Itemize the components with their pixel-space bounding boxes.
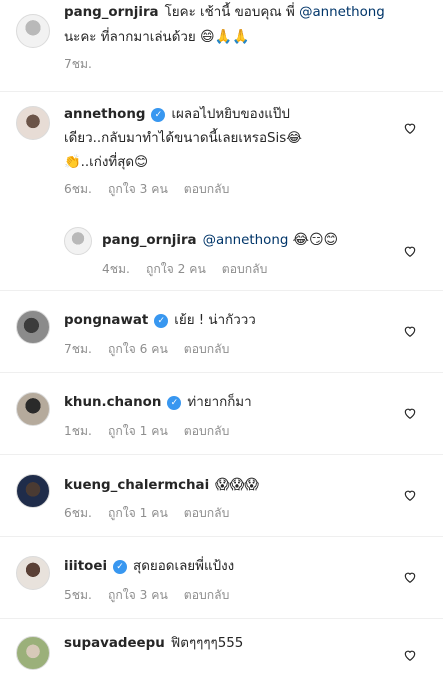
divider: [0, 454, 443, 455]
reply-button[interactable]: ตอบกลับ: [184, 424, 230, 438]
verified-badge-icon: ✓: [113, 560, 128, 574]
comment-text: supavadeepu ฟิตๆๆๆๆ555: [64, 636, 244, 651]
heart-outline-icon[interactable]: [403, 244, 417, 258]
comment: supavadeepu ฟิตๆๆๆๆ555: [0, 628, 443, 696]
username[interactable]: pongnawat: [64, 313, 148, 328]
verified-badge-icon: ✓: [167, 396, 182, 410]
comment: pongnawat ✓ เย้ย ! น่ากัววว 7ชม. ถูกใจ 6 คน…: [0, 300, 443, 380]
comment-text: pang_ornjira โยคะ เช้านี้ ขอบคุณ พี่ @ann…: [64, 5, 385, 45]
comment: khun.chanon ✓ ท่ายากก็มา 1ชม. ถูกใจ 1 คน ตอบ…: [0, 382, 443, 462]
comment-text: annethong ✓ เผลอไปหยิบของแป๊ป เดียว..กลับม…: [64, 107, 302, 170]
comment-meta: 6ชม. ถูกใจ 1 คน ตอบกลับ: [64, 504, 245, 523]
reply-button[interactable]: ตอบกลับ: [184, 182, 230, 196]
username[interactable]: annethong: [64, 107, 145, 122]
mention-link[interactable]: @annethong: [203, 233, 289, 248]
comment-text: pang_ornjira @annethong 😂😏😊: [102, 232, 339, 248]
verified-badge-icon: ✓: [154, 314, 169, 328]
timestamp: 6ชม.: [64, 182, 92, 196]
heart-outline-icon[interactable]: [403, 406, 417, 420]
avatar[interactable]: [16, 636, 50, 670]
comment-meta: 6ชม. ถูกใจ 3 คน ตอบกลับ: [64, 180, 245, 199]
timestamp: 7ชม.: [64, 342, 92, 356]
reply-button[interactable]: ตอบกลับ: [184, 588, 230, 602]
timestamp: 6ชม.: [64, 506, 92, 520]
avatar[interactable]: [16, 310, 50, 344]
likes-count[interactable]: ถูกใจ 3 คน: [108, 182, 168, 196]
likes-count[interactable]: ถูกใจ 2 คน: [146, 262, 206, 276]
timestamp: 7ชม.: [64, 57, 92, 71]
timestamp: 5ชม.: [64, 588, 92, 602]
heart-outline-icon[interactable]: [403, 324, 417, 338]
comment-meta: 7ชม.: [64, 55, 108, 74]
heart-outline-icon[interactable]: [403, 121, 417, 135]
comment-meta: 7ชม. ถูกใจ 6 คน ตอบกลับ: [64, 340, 245, 359]
likes-count[interactable]: ถูกใจ 1 คน: [108, 424, 168, 438]
comment-text: pongnawat ✓ เย้ย ! น่ากัววว: [64, 313, 256, 328]
verified-badge-icon: ✓: [151, 108, 166, 122]
heart-outline-icon[interactable]: [403, 570, 417, 584]
comment-text: kueng_chalermchai 😱😱😱: [64, 477, 259, 493]
timestamp: 4ชม.: [102, 262, 130, 276]
heart-outline-icon[interactable]: [403, 648, 417, 662]
username[interactable]: supavadeepu: [64, 636, 165, 651]
comment-meta: 5ชม. ถูกใจ 3 คน ตอบกลับ: [64, 586, 245, 605]
comment-reply: pang_ornjira @annethong 😂😏😊 4ชม. ถูกใจ 2 ค…: [0, 215, 443, 280]
heart-outline-icon[interactable]: [403, 488, 417, 502]
likes-count[interactable]: ถูกใจ 1 คน: [108, 506, 168, 520]
avatar[interactable]: [16, 106, 50, 140]
likes-count[interactable]: ถูกใจ 6 คน: [108, 342, 168, 356]
comment-text: iiitoei ✓ สุดยอดเลยพี่แป้งง: [64, 559, 235, 574]
divider: [0, 372, 443, 373]
divider: [0, 290, 443, 291]
username[interactable]: pang_ornjira: [64, 5, 159, 20]
username[interactable]: kueng_chalermchai: [64, 478, 209, 493]
avatar[interactable]: [16, 474, 50, 508]
comment: kueng_chalermchai 😱😱😱 6ชม. ถูกใจ 1 คน ตอบกล…: [0, 464, 443, 544]
username[interactable]: iiitoei: [64, 559, 107, 574]
avatar[interactable]: [16, 556, 50, 590]
comment-meta: 4ชม. ถูกใจ 2 คน ตอบกลับ: [102, 260, 283, 279]
reply-button[interactable]: ตอบกลับ: [222, 262, 268, 276]
likes-count[interactable]: ถูกใจ 3 คน: [108, 588, 168, 602]
comment-top: pang_ornjira โยคะ เช้านี้ ขอบคุณ พี่ @ann…: [0, 0, 443, 92]
username[interactable]: khun.chanon: [64, 395, 161, 410]
divider: [0, 536, 443, 537]
avatar[interactable]: [64, 227, 92, 255]
timestamp: 1ชม.: [64, 424, 92, 438]
reply-button[interactable]: ตอบกลับ: [184, 506, 230, 520]
comment-text: khun.chanon ✓ ท่ายากก็มา: [64, 395, 252, 410]
mention-link[interactable]: @annethong: [299, 5, 385, 20]
username[interactable]: pang_ornjira: [102, 233, 197, 248]
avatar[interactable]: [16, 392, 50, 426]
comment-meta: 1ชม. ถูกใจ 1 คน ตอบกลับ: [64, 422, 245, 441]
comment: iiitoei ✓ สุดยอดเลยพี่แป้งง 5ชม. ถูกใจ 3 คน…: [0, 546, 443, 626]
divider: [0, 618, 443, 619]
comment: annethong ✓ เผลอไปหยิบของแป๊ป เดียว..กลับม…: [0, 92, 443, 212]
reply-button[interactable]: ตอบกลับ: [184, 342, 230, 356]
avatar[interactable]: [16, 14, 50, 48]
